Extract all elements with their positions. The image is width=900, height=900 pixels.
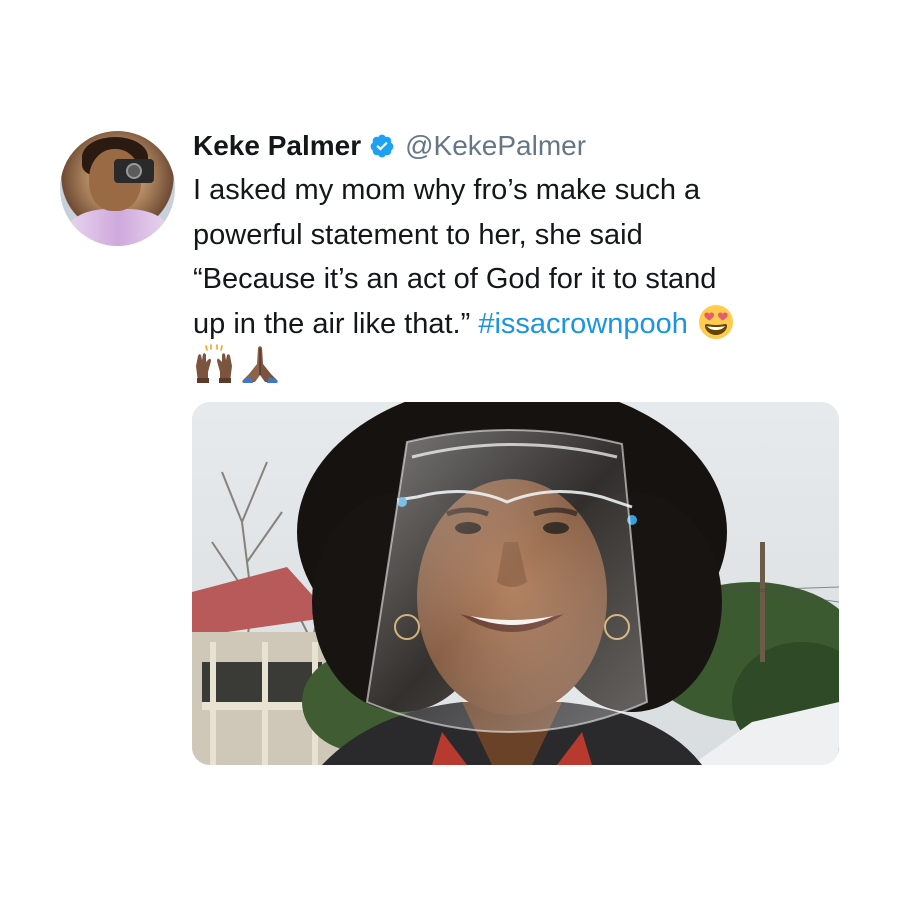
tweet-text-line: “Because it’s an act of God for it to st…	[193, 263, 717, 295]
folded-hands-emoji-icon	[242, 346, 278, 383]
verified-badge-icon	[369, 133, 395, 159]
raising-hands-emoji-icon	[196, 344, 232, 383]
display-name[interactable]: Keke Palmer	[193, 130, 361, 162]
avatar-camera-lens	[126, 163, 142, 179]
user-handle[interactable]: @KekePalmer	[405, 130, 586, 162]
tweet-card[interactable]: Keke Palmer @KekePalmer I asked my mom w…	[0, 0, 900, 900]
tweet-photo[interactable]	[192, 402, 839, 765]
tweet-text-line: powerful statement to her, she said	[193, 218, 643, 251]
tweet-text-line: I asked my mom why fro’s make such a	[193, 174, 701, 206]
tweet-header: Keke Palmer @KekePalmer	[193, 126, 586, 166]
tweet-text-segment: up in the air like that.”	[193, 307, 471, 340]
emoji-row	[193, 344, 285, 384]
selfie-photo-image	[192, 402, 839, 765]
avatar[interactable]	[60, 131, 175, 246]
tweet-text: I asked my mom why fro’s make such a pow…	[193, 168, 833, 346]
tweet-text-line-last: up in the air like that.” #issacrownpooh	[193, 302, 833, 347]
avatar-dress	[66, 209, 170, 246]
hashtag-link[interactable]: #issacrownpooh	[478, 308, 688, 340]
heart-eyes-emoji-icon	[698, 304, 734, 340]
